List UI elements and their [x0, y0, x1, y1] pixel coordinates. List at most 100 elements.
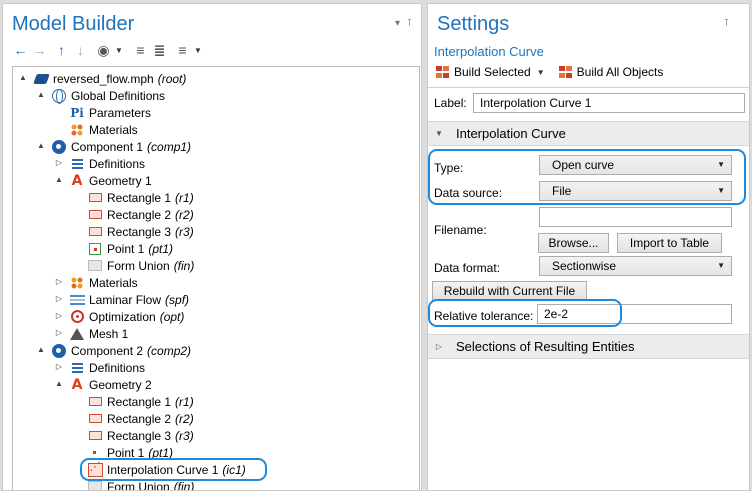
tree-item-tag: (opt) [159, 309, 185, 324]
type-select[interactable]: Open curve ▼ [539, 155, 732, 175]
tree-item-tag: (r3) [175, 428, 194, 443]
tree-item[interactable]: Point 1 (pt1) [87, 240, 173, 257]
arrow-left-icon[interactable]: ← [12, 42, 29, 58]
form-union-icon [87, 480, 103, 490]
tree-item-label: Optimization [89, 309, 156, 324]
expand-icon[interactable]: ▷ [54, 328, 64, 337]
show-dropdown-icon[interactable]: ▼ [114, 42, 124, 58]
tree-item[interactable]: Form Union (fin) [87, 257, 194, 274]
expand-icon[interactable]: ▷ [54, 362, 64, 371]
rebuild-button[interactable]: Rebuild with Current File [432, 281, 587, 301]
expand-sections-icon[interactable]: ≡ [132, 42, 149, 58]
show-icon[interactable]: ◉ [95, 42, 112, 58]
tree-item-tag: (r3) [175, 224, 194, 239]
tree-item-tag: (r1) [175, 394, 194, 409]
tree-item[interactable]: Rectangle 1 (r1) [87, 189, 194, 206]
tree-item[interactable]: Global Definitions [51, 87, 165, 104]
section-selections[interactable]: ▷ Selections of Resulting Entities [428, 334, 749, 359]
build-all-button[interactable]: Build All Objects [577, 65, 664, 79]
tree-item[interactable]: A Geometry 1 [69, 172, 152, 189]
chevron-down-icon[interactable]: ▼ [537, 68, 545, 77]
tree-item[interactable]: Definitions [69, 359, 145, 376]
browse-button[interactable]: Browse... [538, 233, 609, 253]
expand-icon[interactable]: ▷ [54, 158, 64, 167]
definitions-icon [69, 361, 85, 375]
geometry-icon-glyph: A [71, 376, 83, 393]
tree-item[interactable]: Materials [69, 274, 138, 291]
tree-item[interactable]: Rectangle 2 (r2) [87, 206, 194, 223]
relative-tolerance-input[interactable]: 2e-2 [537, 304, 732, 324]
tree-item-tag: (comp2) [147, 343, 192, 358]
section-interpolation-curve[interactable]: ▼ Interpolation Curve [428, 121, 749, 146]
rectangle-icon [87, 208, 103, 222]
list-view-dropdown-icon[interactable]: ▼ [193, 42, 203, 58]
tree-item[interactable]: Rectangle 2 (r2) [87, 410, 194, 427]
tree-item[interactable]: A Geometry 2 [69, 376, 152, 393]
collapse-sections-icon[interactable]: ≣ [151, 42, 168, 58]
tree-item[interactable]: Rectangle 1 (r1) [87, 393, 194, 410]
expand-icon[interactable]: ▷ [54, 311, 64, 320]
collapse-icon[interactable]: ▲ [54, 175, 64, 184]
tree-item[interactable]: Pi Parameters [69, 104, 151, 121]
laminar-flow-icon-glyph [69, 294, 85, 305]
tree-item[interactable]: Mesh 1 [69, 325, 128, 342]
section-title: Selections of Resulting Entities [456, 339, 635, 354]
tree-item[interactable]: Form Union (fin) [87, 478, 195, 491]
expand-icon[interactable]: ▷ [54, 277, 64, 286]
tree-item[interactable]: Definitions [69, 155, 145, 172]
arrow-right-icon[interactable]: → [31, 42, 48, 58]
tree-item[interactable]: Materials [69, 121, 138, 138]
list-view-icon[interactable]: ≡ [174, 42, 191, 58]
relative-tolerance-caption: Relative tolerance: [434, 309, 534, 323]
rectangle-icon [87, 429, 103, 443]
tree-item-tag: (fin) [173, 479, 195, 491]
collapse-icon[interactable]: ▲ [36, 345, 46, 354]
tree-item[interactable]: Optimization (opt) [69, 308, 184, 325]
tree-item[interactable]: Interpolation Curve 1(ic1) [87, 460, 246, 478]
root-icon-glyph [32, 73, 50, 84]
arrow-up-icon[interactable]: ↑ [53, 42, 70, 58]
parameters-icon: Pi [69, 106, 85, 120]
import-to-table-button[interactable]: Import to Table [617, 233, 722, 253]
build-toolbar: Build Selected ▼ Build All Objects [436, 64, 663, 80]
collapse-icon[interactable]: ▲ [18, 73, 28, 82]
expand-icon[interactable]: ▷ [54, 294, 64, 303]
tree-item[interactable]: Point 1 (pt1) [87, 444, 173, 461]
tree-item[interactable]: reversed_flow.mph (root) [32, 70, 186, 87]
data-format-select[interactable]: Sectionwise ▼ [539, 256, 732, 276]
tree-item[interactable]: Rectangle 3 (r3) [87, 223, 194, 240]
data-source-select-value: File [552, 184, 572, 198]
data-source-select[interactable]: File ▼ [539, 181, 732, 201]
tree-item[interactable]: Component 2 (comp2) [51, 342, 191, 359]
rectangle-icon-glyph [88, 431, 102, 440]
tree-item-label: Laminar Flow [89, 292, 162, 307]
tree-item-label: Geometry 2 [89, 377, 152, 392]
arrow-down-icon[interactable]: ↓ [72, 42, 89, 58]
chevron-down-icon: ▼ [717, 160, 725, 169]
materials-icon [69, 123, 85, 137]
tree-item-tag: (pt1) [148, 241, 174, 256]
optimization-icon-glyph [70, 310, 84, 323]
tree-item[interactable]: Component 1 (comp1) [51, 138, 191, 155]
data-format-select-value: Sectionwise [552, 259, 617, 273]
geometry-icon-glyph: A [71, 172, 83, 189]
form-union-icon [87, 259, 103, 273]
tree-item-label: Geometry 1 [89, 173, 152, 188]
pin-icon[interactable]: ▾ ⊺ [395, 18, 414, 29]
model-tree: ▲ reversed_flow.mph (root) ▲ Global Definiti… [12, 66, 420, 491]
label-input[interactable]: Interpolation Curve 1 [473, 93, 745, 113]
component-icon [51, 343, 67, 358]
collapse-icon[interactable]: ▲ [54, 379, 64, 388]
pin-icon[interactable]: ⊺ [724, 18, 731, 29]
collapse-icon[interactable]: ▲ [36, 141, 46, 150]
build-selected-button[interactable]: Build Selected [454, 65, 531, 79]
tree-item[interactable]: Laminar Flow (spf) [69, 291, 189, 308]
data-source-caption: Data source: [434, 186, 503, 200]
mesh-icon-glyph [70, 327, 84, 340]
tree-item[interactable]: Rectangle 3 (r3) [87, 427, 194, 444]
rectangle-icon-glyph [88, 210, 102, 219]
tree-item-label: Materials [89, 122, 138, 137]
collapse-icon[interactable]: ▲ [36, 90, 46, 99]
tree-item-label: Definitions [89, 360, 146, 375]
filename-input[interactable] [539, 207, 732, 227]
